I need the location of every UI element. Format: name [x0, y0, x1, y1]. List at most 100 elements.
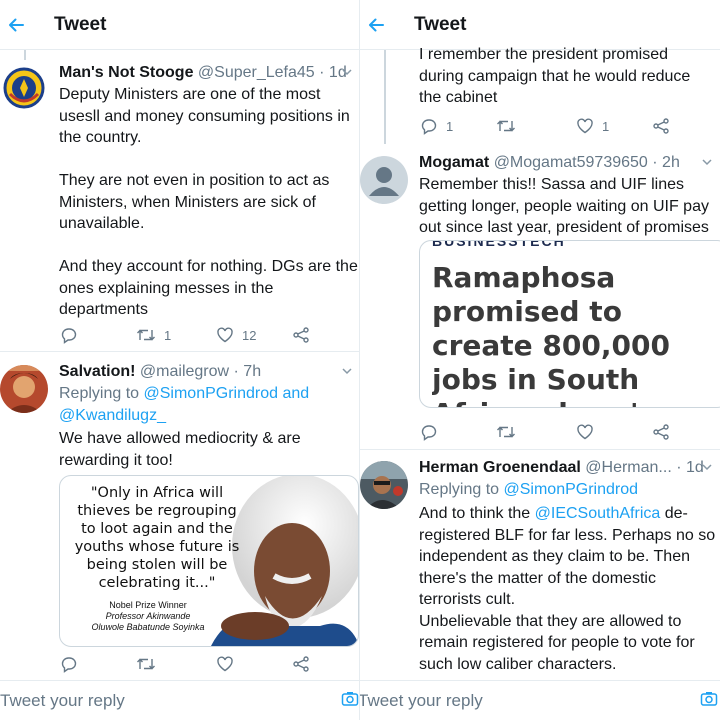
image-caption: Nobel Prize Winner Professor Akinwande O… — [68, 600, 228, 633]
like-button[interactable] — [576, 423, 594, 441]
tweet-time: · 2h — [652, 154, 680, 171]
display-name[interactable]: Mogamat — [419, 154, 489, 171]
display-name[interactable]: Herman Groenendaal — [419, 459, 581, 476]
share-button[interactable] — [652, 423, 670, 441]
card-brand: BUSINESSTECH — [432, 240, 566, 249]
chevron-down-icon[interactable] — [340, 364, 354, 383]
reply-composer[interactable]: Tweet your reply — [0, 680, 360, 720]
image-quote: "Only in Africa will thieves be regroupi… — [74, 485, 240, 591]
reply-button[interactable]: 1 — [420, 117, 453, 135]
tweet-text: We have allowed mediocrity & are rewardi… — [59, 430, 301, 469]
link-card[interactable]: BUSINESSTECH Ramaphosa promised to creat… — [419, 240, 720, 408]
reply-button[interactable] — [60, 655, 78, 673]
reply-count: 1 — [446, 118, 454, 134]
reply-button[interactable] — [420, 423, 438, 441]
avatar[interactable] — [0, 365, 48, 413]
retweet-icon — [497, 426, 515, 438]
retweet-icon — [137, 329, 155, 341]
tweet-mogamat[interactable]: Mogamat @Mogamat59739650 · 2h Remember t… — [360, 146, 720, 450]
tweet-herman-groenendaal[interactable]: Herman Groenendaal @Herman... · 1d Reply… — [360, 451, 720, 681]
share-icon — [653, 118, 669, 134]
tweet-text: And to think the @IECSouthAfrica de-regi… — [419, 503, 720, 675]
reply-input[interactable]: Tweet your reply — [360, 691, 483, 711]
retweet-count: 1 — [164, 327, 172, 343]
replying-to: Replying to @SimonPGrindrod — [419, 479, 716, 501]
mention-link[interactable]: @IECSouthAfrica — [535, 505, 661, 522]
mention-link[interactable]: @SimonPGrindrod — [144, 385, 279, 402]
tweet-time: · 7h — [233, 363, 262, 380]
camera-icon[interactable] — [700, 690, 718, 708]
share-button[interactable] — [292, 326, 310, 344]
avatar[interactable] — [360, 461, 408, 509]
left-tweet-panel: Tweet Man's Not Stooge @Super_Lefa45 · 1… — [0, 0, 360, 720]
share-icon — [293, 327, 309, 343]
image-caption-line: Oluwole Babatunde Soyinka — [91, 622, 205, 632]
tweet-actions: 1 1 — [360, 113, 720, 139]
user-handle: @Herman... — [585, 459, 672, 476]
replying-prefix: Replying to — [59, 385, 144, 402]
back-arrow-icon[interactable] — [362, 11, 390, 39]
chevron-down-icon[interactable] — [700, 155, 714, 174]
tweet-meta: Mogamat @Mogamat59739650 · 2h — [419, 152, 716, 174]
like-button[interactable]: 12 — [216, 326, 256, 344]
like-count: 12 — [242, 327, 257, 343]
camera-icon[interactable] — [341, 690, 359, 708]
reply-and: and — [278, 385, 310, 402]
share-icon — [653, 424, 669, 440]
reply-icon — [61, 328, 77, 344]
page-title: Tweet — [414, 13, 467, 35]
right-tweet-panel: Tweet I remember the president promised … — [360, 0, 720, 720]
card-headline: Ramaphosa promised to create 800,000 job… — [432, 261, 670, 407]
avatar[interactable] — [360, 156, 408, 204]
mention-link[interactable]: @SimonPGrindrod — [504, 481, 639, 498]
reply-button[interactable] — [60, 326, 78, 344]
retweet-button[interactable] — [496, 117, 516, 135]
tweet-meta: Salvation! @mailegrow · 7h — [59, 361, 356, 383]
like-count: 1 — [602, 118, 610, 134]
chevron-down-icon[interactable] — [700, 460, 714, 479]
reply-composer[interactable]: Tweet your reply — [360, 680, 720, 720]
image-caption-line: Professor Akinwande — [105, 611, 191, 621]
like-icon — [217, 327, 233, 343]
reply-icon — [61, 657, 77, 673]
back-arrow-icon[interactable] — [2, 11, 30, 39]
retweet-icon — [137, 658, 155, 670]
replying-prefix: Replying to — [419, 481, 504, 498]
share-button[interactable] — [652, 117, 670, 135]
tweet-actions — [0, 651, 360, 677]
tweet-actions: 1 12 — [0, 322, 360, 348]
tweet-actions — [360, 419, 720, 445]
tweet-meta: Herman Groenendaal @Herman... · 1d — [419, 457, 716, 479]
tweet-header: Tweet — [360, 0, 720, 50]
like-icon — [217, 656, 233, 672]
retweet-icon — [497, 120, 515, 132]
chevron-down-icon[interactable] — [340, 65, 354, 84]
retweet-button[interactable]: 1 — [136, 326, 171, 344]
share-button[interactable] — [292, 655, 310, 673]
tweet-mans-not-stooge[interactable]: Man's Not Stooge @Super_Lefa45 · 1d Depu… — [0, 52, 360, 352]
tweet-text: I remember the president promised during… — [419, 46, 691, 106]
reply-icon — [421, 119, 437, 135]
like-button[interactable]: 1 — [576, 117, 609, 135]
retweet-button[interactable] — [496, 423, 516, 441]
tweet-text: Deputy Ministers are one of the most use… — [59, 86, 358, 318]
avatar[interactable] — [0, 64, 48, 112]
tweet-text-part: And to think the — [419, 505, 535, 522]
retweet-button[interactable] — [136, 655, 156, 673]
mention-link[interactable]: @Kwandilugz_ — [59, 407, 166, 424]
tweet-header: Tweet — [0, 0, 360, 50]
tweet-text-part: de-registered BLF for far less. Perhaps … — [419, 505, 716, 673]
tweet-image[interactable]: "Only in Africa will thieves be regroupi… — [59, 475, 359, 647]
like-button[interactable] — [216, 655, 234, 673]
share-icon — [293, 656, 309, 672]
page-title: Tweet — [54, 13, 107, 35]
display-name[interactable]: Man's Not Stooge — [59, 64, 193, 81]
tweet-salvation[interactable]: Salvation! @mailegrow · 7h Replying to @… — [0, 353, 360, 683]
user-handle: @Mogamat59739650 — [493, 154, 648, 171]
user-handle: @Super_Lefa45 — [197, 64, 315, 81]
tweet-continued[interactable]: I remember the president promised during… — [360, 46, 720, 145]
reply-input[interactable]: Tweet your reply — [0, 691, 125, 711]
tweet-text: Remember this!! Sassa and UIF lines gett… — [419, 176, 709, 236]
display-name[interactable]: Salvation! — [59, 363, 135, 380]
tweet-meta: Man's Not Stooge @Super_Lefa45 · 1d — [59, 62, 356, 84]
